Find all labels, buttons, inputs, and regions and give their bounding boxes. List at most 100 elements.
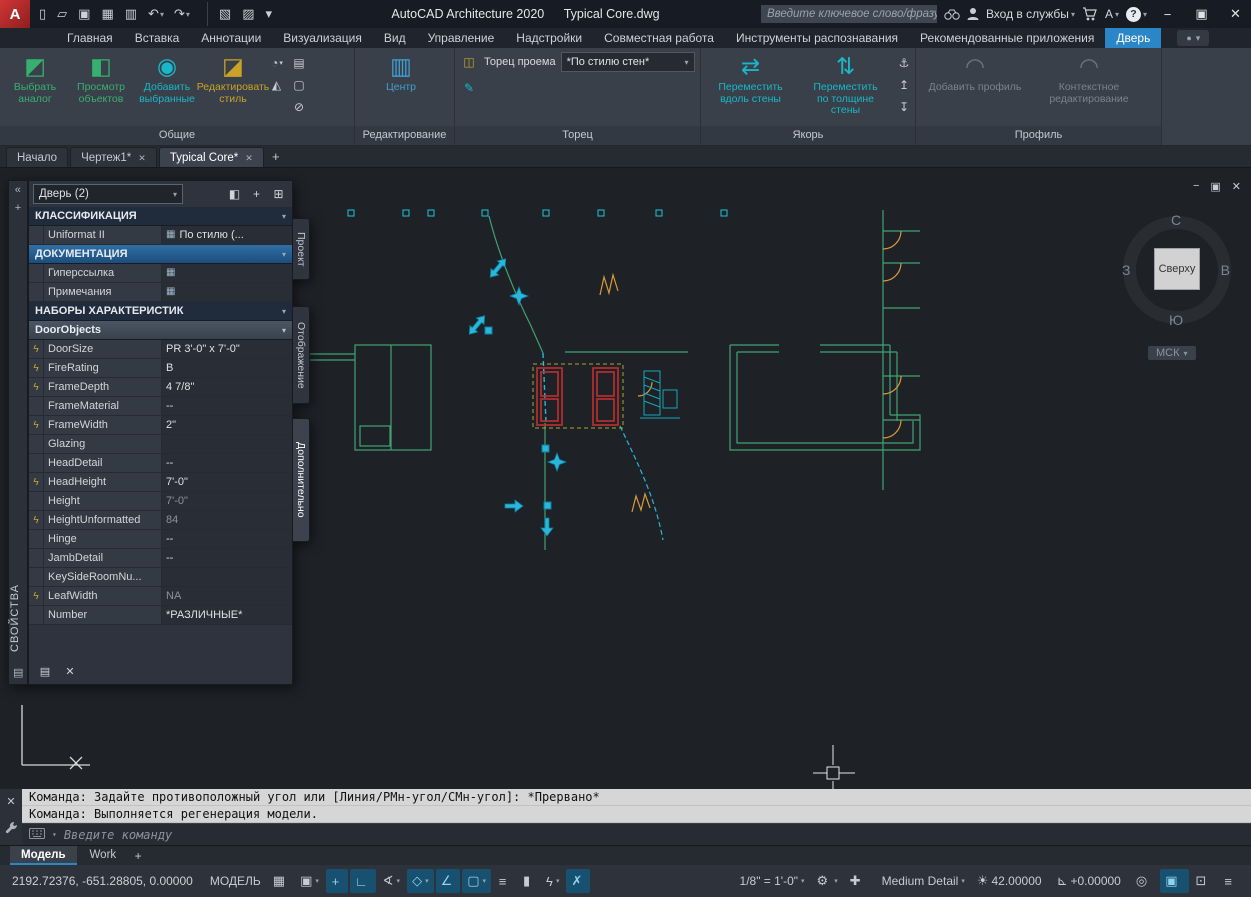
3d-osnap-icon[interactable]: ✗ xyxy=(566,869,591,893)
signin-button[interactable]: Вход в службы ▾ xyxy=(986,7,1075,21)
property-row[interactable]: ϟ FrameWidth 2" xyxy=(29,416,292,435)
window-minimize-button[interactable]: − xyxy=(1154,0,1181,28)
undo-icon[interactable]: ↶ ▾ xyxy=(143,2,169,26)
ribbon-tab[interactable]: Визуализация xyxy=(272,28,373,48)
property-value[interactable]: 2" xyxy=(162,416,292,434)
endcap-brush-icon[interactable]: ✎ xyxy=(459,78,479,97)
clean-screen-icon[interactable]: ⊡ xyxy=(1191,869,1218,893)
annotation-scale-button[interactable]: 1/8" = 1'-0" ▾ xyxy=(732,869,810,893)
select-objects-icon[interactable]: + xyxy=(247,185,266,204)
file-tab[interactable]: Typical Core* ✕ xyxy=(158,147,264,168)
purge-style-icon[interactable]: ⊘ xyxy=(289,97,309,116)
layout-tab[interactable]: Work xyxy=(79,846,128,865)
property-row[interactable]: Примечания ▦ xyxy=(29,283,292,302)
open-file-icon[interactable]: ▱ xyxy=(52,2,73,26)
selection-cycling-icon[interactable]: ▮ xyxy=(517,869,539,893)
ortho-mode-icon[interactable]: ∟ xyxy=(349,869,376,893)
ribbon-overflow-tab[interactable]: ● ▾ xyxy=(1177,30,1210,46)
customize-wrench-icon[interactable] xyxy=(5,821,18,839)
panel-label[interactable]: Торец xyxy=(455,126,700,145)
palette-menu-icon[interactable]: ▤ xyxy=(13,666,23,679)
visibility-flyout-icon[interactable]: ◔ ▾ xyxy=(267,53,287,72)
property-value[interactable]: PR 3'-0" x 7'-0" xyxy=(162,340,292,358)
property-value[interactable]: B xyxy=(162,359,292,377)
property-row[interactable]: ϟ FireRating B xyxy=(29,359,292,378)
category-doorobjects[interactable]: DoorObjects ▾ xyxy=(29,321,292,340)
remove-filter-icon[interactable]: ✕ xyxy=(62,663,78,679)
graphics-performance-icon[interactable]: ▣ xyxy=(1160,869,1189,893)
context-edit-button[interactable]: ◠ Контекстное редактирование xyxy=(1033,50,1145,126)
quick-select-icon[interactable]: ◧ xyxy=(225,185,244,204)
elevation-button[interactable]: ⊾ +0.00000 xyxy=(1052,869,1129,893)
window-close-button[interactable]: ✕ xyxy=(1222,0,1249,28)
annotation-monitor-icon[interactable]: ϟ ▾ xyxy=(541,869,564,893)
model-space-button[interactable]: МОДЕЛЬ xyxy=(205,869,266,893)
property-value[interactable]: ▦ xyxy=(162,264,292,282)
new-drawing-tab-button[interactable]: + xyxy=(266,147,286,167)
customization-icon[interactable]: ≡ xyxy=(1219,869,1243,893)
file-tab-close-icon[interactable]: ✕ xyxy=(245,148,253,168)
property-value[interactable]: -- xyxy=(162,549,292,567)
drawing-minimize-icon[interactable]: − xyxy=(1193,180,1199,193)
viewcube-east[interactable]: В xyxy=(1221,262,1230,278)
endcap-style-select[interactable]: *По стилю стен* ▾ xyxy=(560,52,695,72)
search-icon[interactable] xyxy=(944,8,960,20)
ribbon-tab[interactable]: Инструменты распознавания xyxy=(725,28,909,48)
window-restore-button[interactable]: ▣ xyxy=(1188,0,1215,28)
panel-label[interactable]: Редактирование xyxy=(355,126,454,145)
osnap-tracking-icon[interactable]: ∠ xyxy=(435,869,461,893)
detail-level-button[interactable]: Medium Detail ▾ xyxy=(874,869,970,893)
property-value[interactable]: 84 xyxy=(162,511,292,529)
property-value[interactable]: -- xyxy=(162,530,292,548)
ribbon-tab[interactable]: Вид xyxy=(373,28,417,48)
annotation-tools-icon[interactable]: ⚙ ▾ xyxy=(812,869,843,893)
property-row[interactable]: ϟ DoorSize PR 3'-0" x 7'-0" xyxy=(29,340,292,359)
property-row[interactable]: ϟ HeightUnformatted 84 xyxy=(29,511,292,530)
save-as-icon[interactable]: ▦ xyxy=(96,2,119,26)
palette-side-tab[interactable]: Дополнительно xyxy=(293,418,310,542)
property-row[interactable]: Hinge -- xyxy=(29,530,292,549)
command-window[interactable]: Команда: Задайте противоположный угол ил… xyxy=(22,789,1251,845)
property-row[interactable]: JambDetail -- xyxy=(29,549,292,568)
property-value[interactable]: 7'-0" xyxy=(162,492,292,510)
polar-tracking-icon[interactable]: ∢ ▾ xyxy=(378,869,405,893)
layer-properties-icon[interactable]: ▨ xyxy=(237,2,260,26)
sheet-set-manager-icon[interactable]: ▧ xyxy=(206,2,237,26)
app-logo-icon[interactable]: A xyxy=(0,0,30,28)
new-file-icon[interactable]: ▯ xyxy=(34,2,52,26)
file-tab[interactable]: Начало ✕ xyxy=(6,147,69,167)
ribbon-tab[interactable]: Рекомендованные приложения xyxy=(909,28,1105,48)
ribbon-tab[interactable]: Главная xyxy=(56,28,124,48)
add-selected-button[interactable]: ◉ Добавить выбранные xyxy=(135,50,199,126)
plot-icon[interactable]: ▥ xyxy=(120,2,143,26)
property-row[interactable]: Гиперссылка ▦ xyxy=(29,264,292,283)
select-similar-button[interactable]: ◩ Выбрать аналог xyxy=(3,50,67,126)
search-input[interactable]: Введите ключевое слово/фразу xyxy=(760,5,937,23)
section-property-sets[interactable]: НАБОРЫ ХАРАКТЕРИСТИК ▾ xyxy=(29,302,292,321)
property-row[interactable]: ϟ HeadHeight 7'-0" xyxy=(29,473,292,492)
redo-icon[interactable]: ↷ ▾ xyxy=(169,2,195,26)
isometric-drafting-icon[interactable]: ◇ ▾ xyxy=(407,869,434,893)
palette-autohide-icon[interactable]: « xyxy=(15,184,21,196)
property-row[interactable]: ϟ FrameDepth 4 7/8" xyxy=(29,378,292,397)
property-value[interactable]: ▦ xyxy=(162,283,292,301)
drawing-close-icon[interactable]: ✕ xyxy=(1232,180,1241,193)
drawing-canvas[interactable]: − ▣ ✕ С З В Ю Сверху МСК ▾ « + СВОЙСТВА … xyxy=(0,168,1251,789)
anchor-release-icon[interactable]: ↥ xyxy=(894,75,914,94)
layout-tab[interactable]: Модель xyxy=(10,846,77,865)
viewcube[interactable]: С З В Ю Сверху МСК ▾ xyxy=(1118,194,1236,372)
copy-style-icon[interactable]: ▢ xyxy=(289,75,309,94)
property-row[interactable]: Glazing xyxy=(29,435,292,454)
property-row[interactable]: Uniformat II ▦ По стилю (... xyxy=(29,226,292,245)
autodesk-app-icon[interactable]: А ▾ xyxy=(1105,7,1119,21)
command-close-icon[interactable]: ✕ xyxy=(6,795,15,808)
property-row[interactable]: KeySideRoomNu... xyxy=(29,568,292,587)
section-classification[interactable]: КЛАССИФИКАЦИЯ ▾ xyxy=(29,207,292,226)
edit-style-button[interactable]: ◪ Редактировать стиль xyxy=(197,50,270,126)
property-value[interactable]: ▦ По стилю (... xyxy=(162,226,292,244)
move-along-wall-button[interactable]: ⇄ Переместить вдоль стены xyxy=(704,50,797,126)
panel-label[interactable]: Общие xyxy=(0,126,354,145)
viewcube-north[interactable]: С xyxy=(1171,212,1181,228)
property-value[interactable] xyxy=(162,568,292,586)
section-documentation[interactable]: ДОКУМЕНТАЦИЯ ▾ xyxy=(29,245,292,264)
